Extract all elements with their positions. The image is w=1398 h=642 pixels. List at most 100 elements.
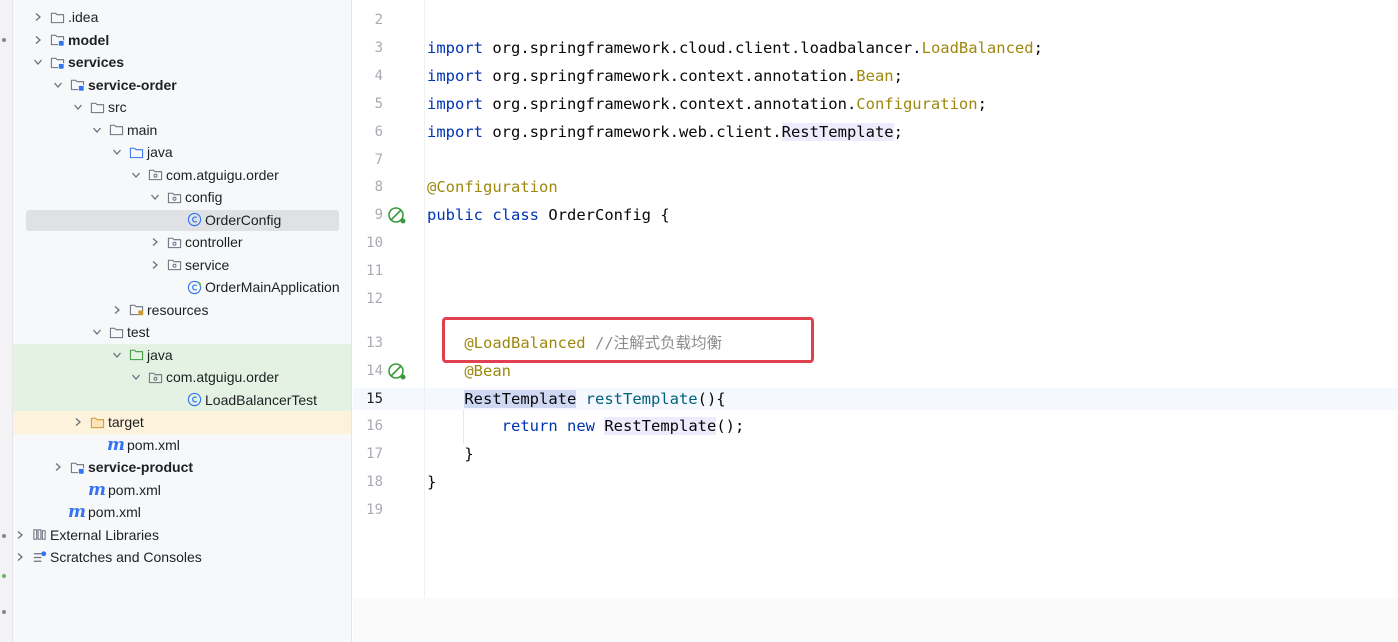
chevron-down-icon[interactable] bbox=[129, 168, 143, 182]
tree-item[interactable]: service-product bbox=[13, 456, 351, 479]
chevron-right-icon[interactable] bbox=[13, 550, 27, 564]
chevron-right-icon[interactable] bbox=[31, 33, 45, 47]
spring-bean-gutter-icon[interactable] bbox=[387, 205, 407, 225]
line-number: 9 bbox=[374, 207, 383, 223]
semicolon: ; bbox=[977, 95, 987, 113]
strip-status-dot bbox=[2, 574, 6, 578]
package-path: org.springframework.context.annotation. bbox=[483, 95, 857, 113]
excluded-folder-icon bbox=[89, 414, 105, 430]
closing-brace-line[interactable]: } bbox=[427, 443, 474, 465]
chevron-down-icon[interactable] bbox=[110, 348, 124, 362]
import-line[interactable]: import org.springframework.cloud.client.… bbox=[427, 37, 1043, 59]
keyword-import: import bbox=[427, 39, 483, 57]
chevron-right-icon[interactable] bbox=[31, 10, 45, 24]
tree-item[interactable]: src bbox=[13, 96, 351, 119]
chevron-down-icon[interactable] bbox=[71, 100, 85, 114]
annotation-class: Configuration bbox=[856, 95, 978, 113]
line-number: 4 bbox=[374, 68, 383, 84]
chevron-right-icon[interactable] bbox=[71, 415, 85, 429]
keyword-return: return bbox=[501, 417, 558, 435]
tree-item[interactable]: service-order bbox=[13, 74, 351, 97]
closing-brace-line[interactable]: } bbox=[427, 471, 436, 493]
chevron-down-icon[interactable] bbox=[148, 190, 162, 204]
chevron-right-icon[interactable] bbox=[110, 303, 124, 317]
annotation-line[interactable]: @Bean bbox=[427, 360, 511, 382]
chevron-down-icon[interactable] bbox=[110, 145, 124, 159]
import-line[interactable]: import org.springframework.web.client.Re… bbox=[427, 121, 903, 143]
tree-item[interactable]: services bbox=[13, 51, 351, 74]
tree-item[interactable]: java bbox=[13, 343, 351, 367]
tree-item[interactable]: com.atguigu.order bbox=[13, 164, 351, 187]
editor-gutter[interactable]: 2 3 4 5 6 7 8 9 10 11 12 13 14 15 16 17 18 19 bbox=[353, 0, 425, 642]
package-path: org.springframework.web.client. bbox=[483, 123, 782, 141]
tree-item[interactable]: resources bbox=[13, 299, 351, 322]
test-class-icon bbox=[186, 392, 202, 408]
tree-item-label: model bbox=[68, 31, 110, 48]
tree-item[interactable]: main bbox=[13, 119, 351, 142]
chevron-down-icon[interactable] bbox=[31, 55, 45, 69]
import-line[interactable]: import org.springframework.context.annot… bbox=[427, 93, 987, 115]
keyword-import: import bbox=[427, 123, 483, 141]
module-folder-icon bbox=[69, 459, 85, 475]
line-number: 3 bbox=[374, 40, 383, 56]
chevron-down-icon[interactable] bbox=[51, 78, 65, 92]
chevron-right-icon[interactable] bbox=[148, 258, 162, 272]
folder-icon bbox=[108, 122, 124, 138]
tree-item[interactable]: service bbox=[13, 254, 351, 277]
class-reference: RestTemplate bbox=[604, 417, 717, 435]
tree-item[interactable]: External Libraries bbox=[13, 524, 351, 547]
keyword-import: import bbox=[427, 67, 483, 85]
tree-item-label: resources bbox=[147, 301, 209, 318]
brace: } bbox=[464, 445, 474, 463]
chevron-right-icon[interactable] bbox=[13, 528, 27, 542]
chevron-right-icon[interactable] bbox=[148, 235, 162, 249]
tree-item[interactable]: OrderConfig bbox=[13, 209, 351, 232]
chevron-down-icon[interactable] bbox=[129, 370, 143, 384]
spring-bean-gutter-icon[interactable] bbox=[387, 361, 407, 381]
tree-item-label: External Libraries bbox=[50, 526, 159, 543]
tree-item-label: Scratches and Consoles bbox=[50, 549, 202, 566]
class-icon bbox=[186, 212, 202, 228]
tree-item[interactable]: test bbox=[13, 321, 351, 344]
chevron-down-icon[interactable] bbox=[90, 123, 104, 137]
tree-item[interactable]: m pom.xml bbox=[13, 501, 351, 524]
spring-class-icon bbox=[186, 279, 202, 295]
tree-item-label: LoadBalancerTest bbox=[205, 391, 318, 408]
tree-item[interactable]: .idea bbox=[13, 6, 351, 29]
line-number: 12 bbox=[366, 291, 383, 307]
line-number: 14 bbox=[366, 363, 383, 379]
method-declaration-line[interactable]: RestTemplate restTemplate(){ bbox=[427, 388, 726, 410]
tree-item[interactable]: Scratches and Consoles bbox=[13, 546, 351, 569]
semicolon: ; bbox=[893, 67, 903, 85]
keyword-public: public bbox=[427, 206, 483, 224]
return-line[interactable]: return new RestTemplate(); bbox=[427, 415, 744, 437]
maven-glyph: m bbox=[88, 479, 106, 500]
tree-item[interactable]: model bbox=[13, 29, 351, 52]
tree-item[interactable]: m pom.xml bbox=[13, 479, 351, 502]
tree-item[interactable]: java bbox=[13, 141, 351, 164]
tree-item[interactable]: com.atguigu.order bbox=[13, 366, 351, 389]
chevron-down-icon[interactable] bbox=[90, 325, 104, 339]
import-line[interactable]: import org.springframework.context.annot… bbox=[427, 65, 903, 87]
folder-icon bbox=[89, 99, 105, 115]
libraries-icon bbox=[31, 527, 47, 543]
tree-item-label: test bbox=[127, 324, 150, 341]
code-editor[interactable]: 2 3 4 5 6 7 8 9 10 11 12 13 14 15 16 17 18 19 import org.… bbox=[353, 0, 1398, 642]
strip-dot bbox=[2, 610, 6, 614]
annotation-line[interactable]: @Configuration bbox=[427, 176, 558, 198]
tree-item[interactable]: OrderMainApplication bbox=[13, 276, 351, 299]
tree-item-label: services bbox=[68, 54, 125, 71]
package-icon bbox=[166, 257, 182, 273]
tree-item[interactable]: m pom.xml bbox=[13, 434, 351, 457]
tree-item[interactable]: controller bbox=[13, 231, 351, 254]
maven-icon: m bbox=[68, 502, 86, 522]
keyword-class: class bbox=[492, 206, 540, 224]
tree-item-label: target bbox=[108, 414, 144, 431]
chevron-right-icon[interactable] bbox=[51, 460, 65, 474]
tree-item[interactable]: LoadBalancerTest bbox=[13, 388, 351, 412]
tree-item[interactable]: target bbox=[13, 411, 351, 434]
package-icon bbox=[147, 167, 163, 183]
folder-icon bbox=[108, 324, 124, 340]
tree-item[interactable]: config bbox=[13, 186, 351, 209]
class-declaration-line[interactable]: public class OrderConfig { bbox=[427, 204, 670, 226]
